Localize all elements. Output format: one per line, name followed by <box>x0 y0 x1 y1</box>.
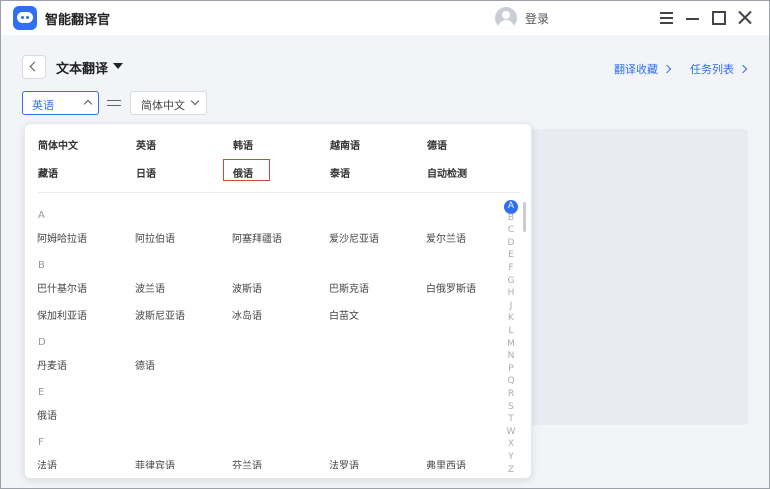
group-letter: F <box>38 437 44 448</box>
alphabet-index-letter[interactable]: B <box>503 213 519 223</box>
alphabet-index-letter[interactable]: Z <box>503 465 519 475</box>
alphabet-index-letter[interactable]: T <box>503 414 519 424</box>
language-item[interactable]: 波斯尼亚语 <box>135 307 185 322</box>
language-item[interactable]: 阿塞拜疆语 <box>232 230 282 245</box>
language-item[interactable]: 芬兰语 <box>232 457 262 469</box>
app-logo-icon <box>13 6 37 30</box>
language-item[interactable]: 白苗文 <box>329 307 359 322</box>
common-language-item[interactable]: 韩语 <box>233 137 253 152</box>
language-item[interactable]: 巴斯克语 <box>329 280 369 295</box>
app-window: 智能翻译官 登录 文本翻译 翻译收藏 任务列表 英语 简体中文 简体中文 英语 … <box>0 0 770 489</box>
scrollbar-thumb[interactable] <box>523 202 526 232</box>
alphabet-index-letter[interactable]: E <box>503 250 519 260</box>
page-title[interactable]: 文本翻译 <box>56 58 108 77</box>
alphabet-index-letter[interactable]: F <box>503 263 519 273</box>
language-item[interactable]: 爱沙尼亚语 <box>329 230 379 245</box>
language-item[interactable]: 爱尔兰语 <box>426 230 466 245</box>
language-item[interactable]: 弗里西语 <box>426 457 466 469</box>
alphabet-index-letter[interactable]: K <box>503 313 519 323</box>
alphabet-index-letter[interactable]: N <box>503 351 519 361</box>
common-language-item[interactable]: 泰语 <box>330 165 350 180</box>
alphabet-index-letter[interactable]: C <box>503 225 519 235</box>
target-language-label: 简体中文 <box>141 99 185 112</box>
chevron-right-icon <box>662 64 672 74</box>
language-item[interactable]: 巴什基尔语 <box>37 280 87 295</box>
language-item[interactable]: 阿拉伯语 <box>135 230 175 245</box>
group-letter: B <box>38 260 45 271</box>
alphabet-index-letter[interactable]: J <box>503 301 519 311</box>
language-item[interactable]: 保加利亚语 <box>37 307 87 322</box>
language-item[interactable]: 阿姆哈拉语 <box>37 230 87 245</box>
common-language-item[interactable]: 俄语 <box>233 165 253 180</box>
login-button[interactable]: 登录 <box>525 10 549 27</box>
alphabet-index-letter[interactable]: W <box>503 427 519 437</box>
group-letter: E <box>38 387 45 398</box>
maximize-icon[interactable] <box>708 8 728 28</box>
language-item[interactable]: 波兰语 <box>135 280 165 295</box>
chevron-up-icon <box>83 99 93 109</box>
language-item[interactable]: 法语 <box>37 457 57 469</box>
chevron-right-icon <box>738 64 748 74</box>
title-bar: 智能翻译官 登录 <box>1 1 769 35</box>
app-title: 智能翻译官 <box>45 13 111 28</box>
common-language-item[interactable]: 日语 <box>136 165 156 180</box>
common-language-item[interactable]: 简体中文 <box>38 137 78 152</box>
language-list: A 阿姆哈拉语 阿拉伯语 阿塞拜疆语 爱沙尼亚语 爱尔兰语 B 巴什基尔语 波兰语 波斯语 巴斯克语… <box>25 194 531 469</box>
language-item[interactable]: 德语 <box>135 357 155 372</box>
chevron-down-icon <box>190 96 200 106</box>
common-language-item[interactable]: 越南语 <box>330 137 360 152</box>
translation-output-panel <box>529 129 748 425</box>
favorites-link[interactable]: 翻译收藏 <box>614 61 672 77</box>
source-language-select[interactable]: 英语 <box>22 91 99 115</box>
alphabet-index-letter[interactable]: R <box>503 389 519 399</box>
target-language-select[interactable]: 简体中文 <box>130 91 207 115</box>
chevron-left-icon <box>29 61 40 72</box>
menu-icon[interactable] <box>657 8 677 28</box>
language-item[interactable]: 冰岛语 <box>232 307 262 322</box>
language-item[interactable]: 白俄罗斯语 <box>426 280 476 295</box>
common-language-item[interactable]: 英语 <box>136 137 156 152</box>
alphabet-index-letter[interactable]: X <box>503 439 519 449</box>
alphabet-index-letter[interactable]: G <box>503 276 519 286</box>
alphabet-index-letter[interactable]: A <box>503 201 519 211</box>
language-item[interactable]: 菲律宾语 <box>135 457 175 469</box>
alphabet-index-letter[interactable]: Y <box>503 452 519 462</box>
scrollbar[interactable] <box>523 202 526 466</box>
source-language-label: 英语 <box>32 99 54 112</box>
group-letter: A <box>38 210 45 221</box>
swap-languages-icon[interactable] <box>107 97 121 109</box>
group-letter: D <box>38 337 46 348</box>
divider <box>38 192 521 193</box>
language-item[interactable]: 俄语 <box>37 407 57 422</box>
alphabet-index-letter[interactable]: M <box>503 339 519 349</box>
common-language-item[interactable]: 藏语 <box>38 165 58 180</box>
language-item[interactable]: 丹麦语 <box>37 357 67 372</box>
alphabet-index-letter[interactable]: L <box>503 326 519 336</box>
alphabet-index-letter[interactable]: S <box>503 402 519 412</box>
back-button[interactable] <box>22 55 46 79</box>
task-list-link[interactable]: 任务列表 <box>690 61 748 77</box>
minimize-icon[interactable] <box>683 8 703 28</box>
common-language-item[interactable]: 自动检测 <box>427 165 467 180</box>
common-language-item[interactable]: 德语 <box>427 137 447 152</box>
alphabet-index: ABCDEFGHJKLMNPQRSTWXYZ <box>503 200 519 475</box>
alphabet-index-letter[interactable]: H <box>503 288 519 298</box>
alphabet-index-letter[interactable]: D <box>503 238 519 248</box>
language-item[interactable]: 法罗语 <box>329 457 359 469</box>
caret-down-icon[interactable] <box>113 63 123 69</box>
alphabet-index-letter[interactable]: P <box>503 364 519 374</box>
language-dropdown: 简体中文 英语 韩语 越南语 德语 藏语 日语 俄语 泰语 自动检测 A 阿姆哈拉语 阿拉伯语 阿塞拜疆… <box>24 123 532 479</box>
avatar-icon[interactable] <box>495 7 517 29</box>
alphabet-index-letter[interactable]: Q <box>503 376 519 386</box>
close-icon[interactable] <box>735 8 755 28</box>
language-item[interactable]: 波斯语 <box>232 280 262 295</box>
